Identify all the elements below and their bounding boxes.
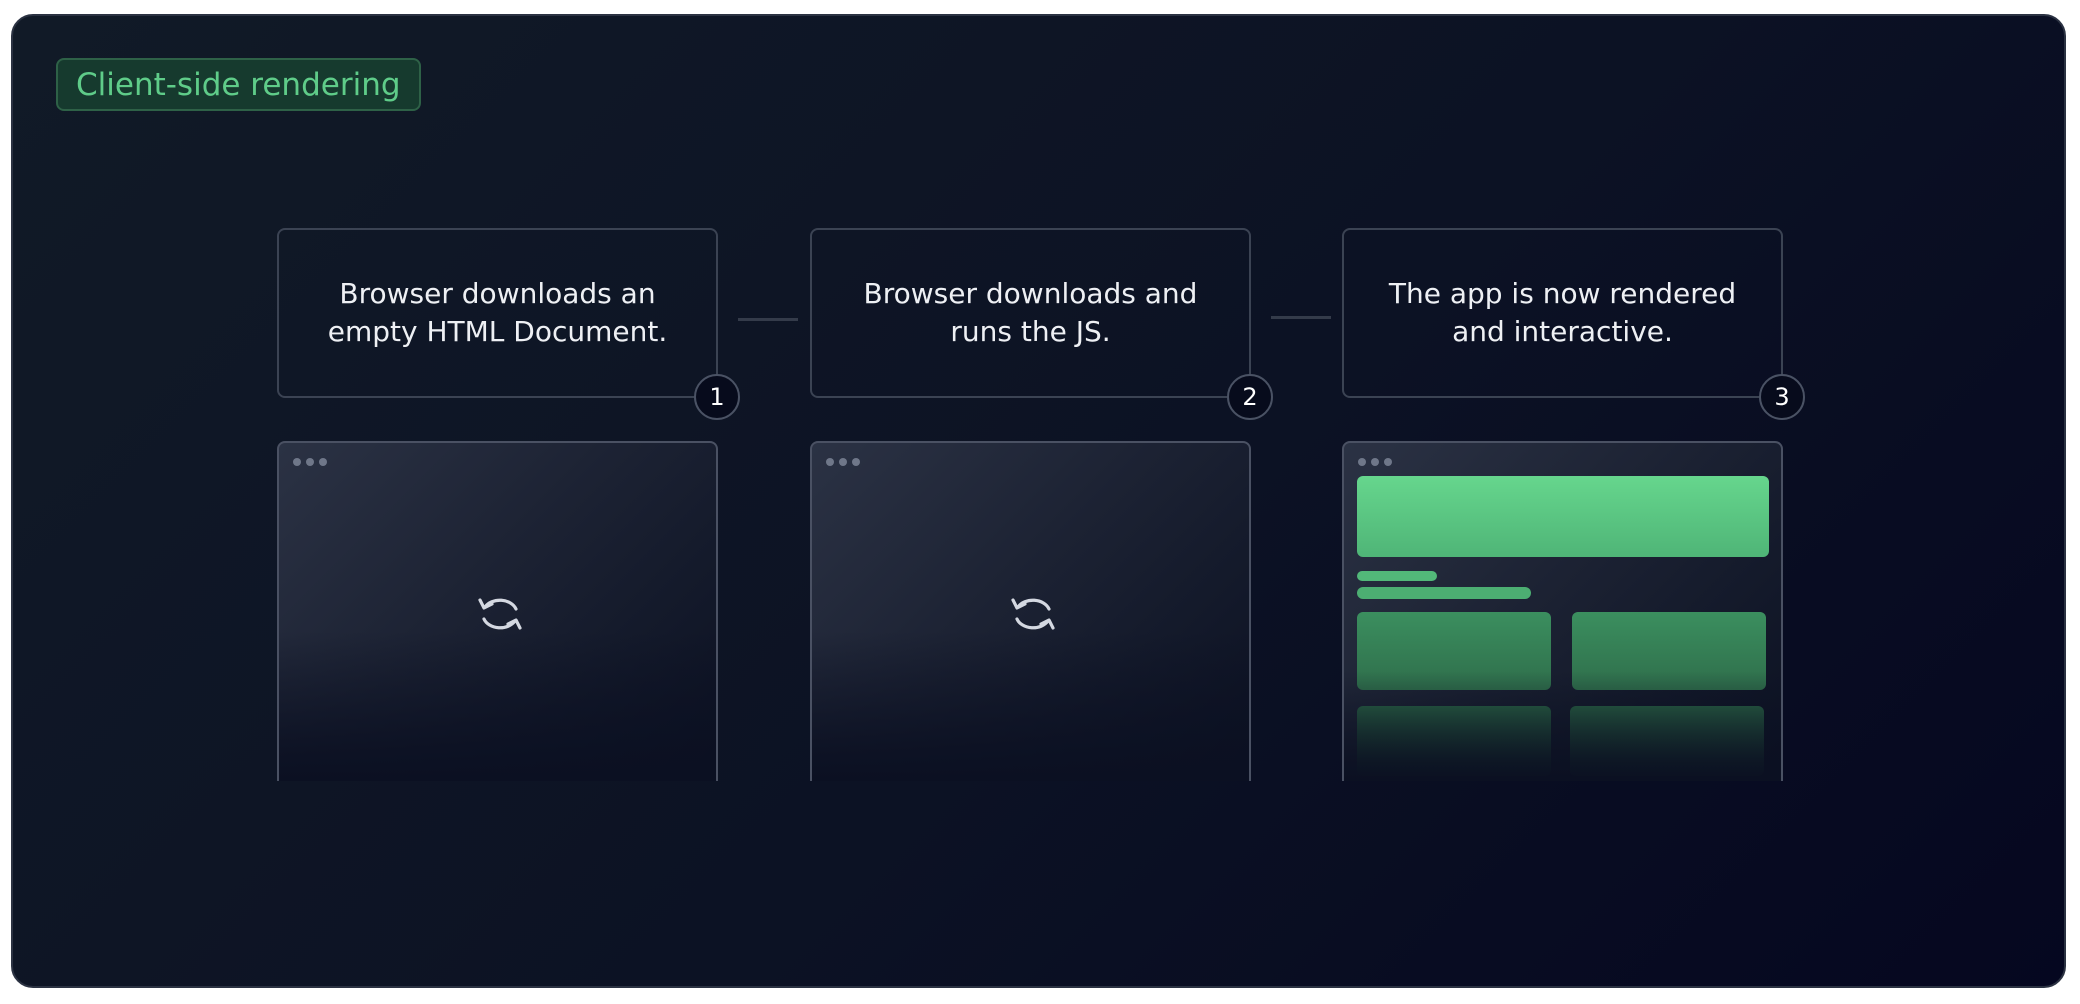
window-dots <box>293 458 327 466</box>
window-dots <box>1358 458 1392 466</box>
step-number-1: 1 <box>694 374 740 420</box>
refresh-icon <box>478 598 522 630</box>
step-card-3: The app is now rendered and interactive.… <box>1342 228 1805 420</box>
diagram-panel: Client-side rendering Browser downloads … <box>11 14 2066 988</box>
app-text-line <box>1357 571 1437 581</box>
step-text-2: Browser downloads and runs the JS. <box>863 277 1198 348</box>
app-card <box>1357 612 1551 690</box>
connector-2-3 <box>1271 316 1331 319</box>
browser-window-2 <box>810 441 1251 781</box>
app-text-line <box>1357 587 1531 599</box>
section-badge: Client-side rendering <box>56 58 421 111</box>
step-text-3: The app is now rendered and interactive. <box>1388 277 1737 348</box>
browser-window-1 <box>277 441 718 781</box>
browser-window-3 <box>1342 441 1783 781</box>
connector-1-2 <box>738 318 798 321</box>
app-card <box>1572 612 1766 690</box>
refresh-icon <box>1011 598 1055 630</box>
step-text-1: Browser downloads an empty HTML Document… <box>327 277 668 348</box>
app-card <box>1570 706 1764 776</box>
window-dots <box>826 458 860 466</box>
app-hero-banner <box>1357 476 1769 557</box>
app-card <box>1357 706 1551 776</box>
step-number-3: 3 <box>1759 374 1805 420</box>
step-card-2: Browser downloads and runs the JS. 2 <box>810 228 1273 420</box>
step-card-1: Browser downloads an empty HTML Document… <box>277 228 740 420</box>
step-number-2: 2 <box>1227 374 1273 420</box>
